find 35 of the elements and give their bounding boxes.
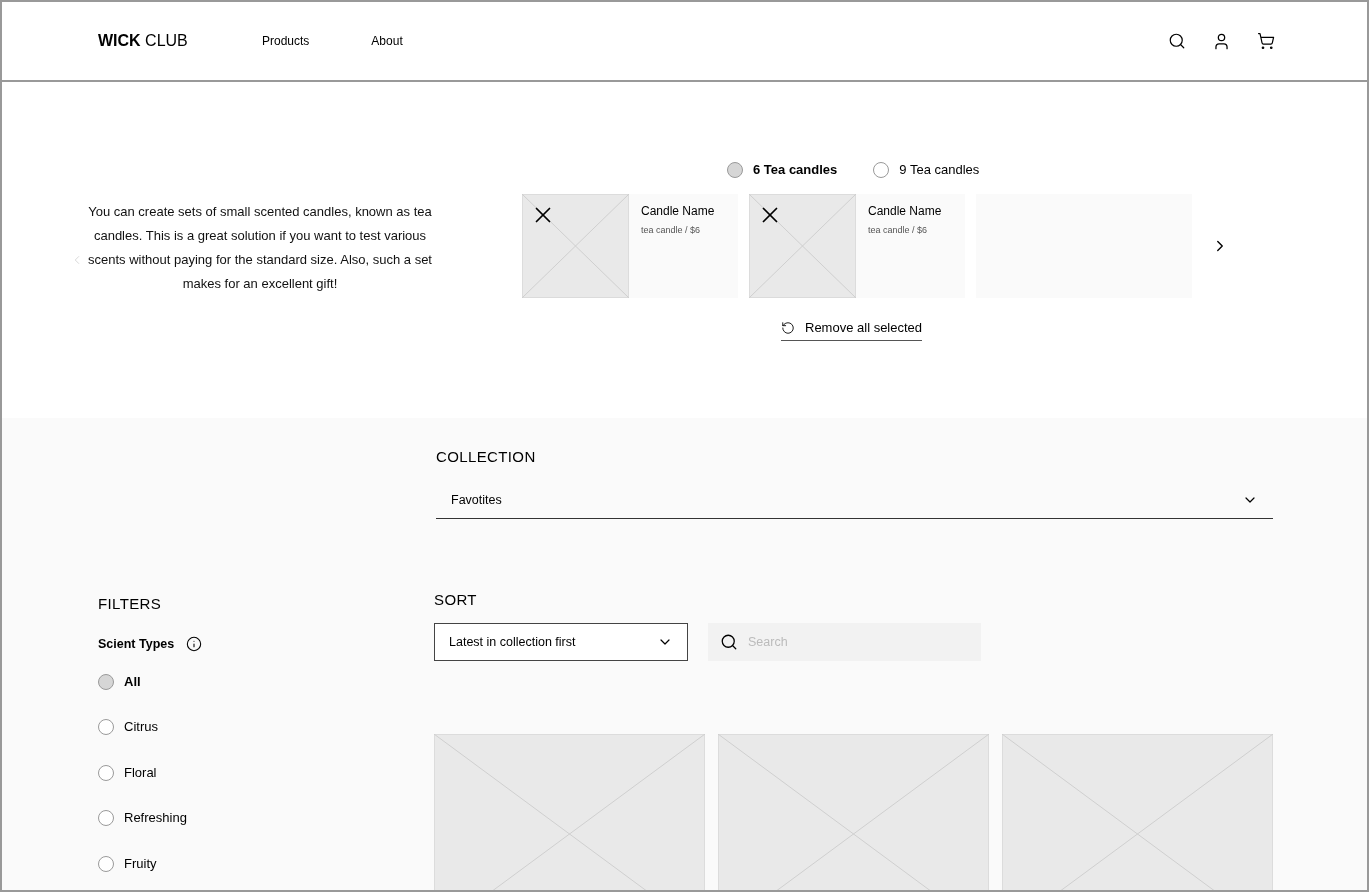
info-icon[interactable] — [186, 636, 203, 653]
search-icon — [720, 633, 738, 651]
radio-button[interactable] — [727, 161, 743, 178]
nav-link[interactable]: About — [371, 32, 403, 50]
description-text: You can create sets of small scented candles, known as tea candles. This is a great solution if you want to test various scents without paying for the standard size. Also, such a set makes for an excellent gift! — [87, 203, 433, 293]
sort-heading: SORT — [434, 589, 478, 610]
radio-button[interactable] — [873, 161, 890, 178]
radio-label: 9 Tea candles — [899, 161, 980, 179]
user-icon[interactable] — [1212, 31, 1231, 51]
radio-label: Refreshing — [124, 809, 187, 828]
sort-dropdown[interactable]: Latest in collection first — [434, 623, 688, 661]
candle-name: Candle Name — [868, 203, 942, 220]
cart-icon[interactable] — [1257, 32, 1275, 50]
radio-label: 6 Tea candles — [753, 161, 838, 179]
radio-label: All — [124, 672, 141, 691]
radio-button[interactable] — [98, 719, 114, 735]
radio-label: Fruity — [124, 854, 157, 873]
radio-label: Floral — [124, 763, 157, 782]
radio-button[interactable] — [98, 673, 114, 690]
search-icon[interactable] — [1168, 32, 1186, 50]
radio-label: Citrus — [124, 718, 158, 737]
radio-button[interactable] — [98, 855, 114, 872]
remove-all-button[interactable]: Remove all selected — [781, 318, 923, 341]
candle-detail: tea candle / $6 — [868, 224, 929, 237]
radio-button[interactable] — [98, 810, 114, 826]
filters-heading: FILTERS — [98, 593, 163, 614]
filter-group-label: Scient Types — [98, 636, 175, 653]
nav-link[interactable]: Products — [262, 32, 310, 50]
collection-dropdown[interactable]: Favotites — [436, 482, 1273, 519]
reset-icon — [781, 320, 795, 335]
radio-button[interactable] — [98, 764, 114, 781]
collection-heading: COLLECTION — [436, 447, 537, 467]
candle-detail: tea candle / $6 — [641, 224, 702, 237]
logo[interactable]: WICK CLUB — [98, 29, 262, 53]
candle-name: Candle Name — [641, 203, 715, 220]
